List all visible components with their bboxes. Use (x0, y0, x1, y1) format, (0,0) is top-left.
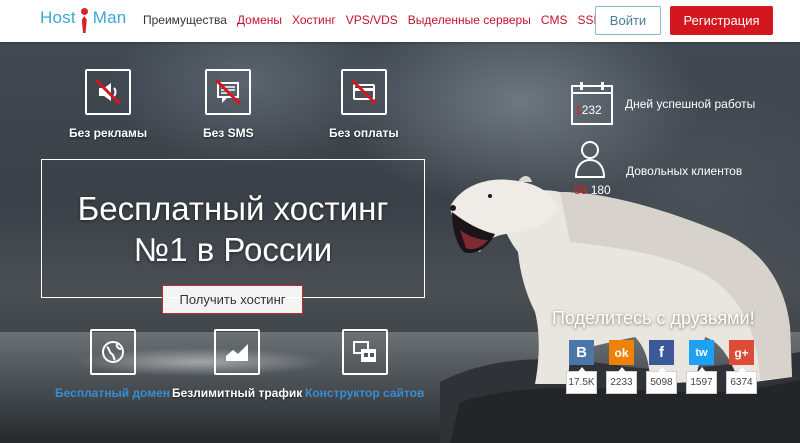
feature-label[interactable]: Бесплатный домен (55, 386, 170, 400)
logo-text-man: Man (92, 8, 127, 27)
feature-no-sms: Без SMS (203, 69, 254, 140)
hero-title: Бесплатный хостинг №1 в России (42, 188, 424, 270)
odnoklassniki-icon[interactable]: ok (609, 340, 634, 365)
nav-advantages[interactable]: Преимущества (143, 13, 227, 27)
login-button[interactable]: Войти (595, 6, 661, 35)
get-hosting-button[interactable]: Получить хостинг (162, 285, 303, 314)
site-builder-icon (341, 329, 388, 375)
share-count: 2233 (606, 367, 637, 394)
logo-tie-icon (78, 6, 91, 36)
no-sms-icon (205, 69, 252, 115)
clients-counter-white: 180 (590, 183, 611, 197)
unlimited-traffic-icon (214, 329, 261, 375)
share-twitter[interactable]: tw 1597 (686, 340, 717, 394)
days-counter-white: 232 (581, 103, 602, 117)
twitter-icon[interactable]: tw (689, 340, 714, 365)
clients-counter-red: 88 (574, 183, 588, 197)
hero-title-line1: Бесплатный хостинг (77, 190, 389, 227)
feature-free-domain: Бесплатный домен (55, 329, 170, 400)
google-plus-icon[interactable]: g+ (729, 340, 754, 365)
register-button[interactable]: Регистрация (670, 6, 773, 35)
logo-text-host: Host (40, 8, 76, 27)
feature-site-builder: Конструктор сайтов (305, 329, 424, 400)
nav-dedicated[interactable]: Выделенные серверы (408, 13, 531, 27)
hostman-logo[interactable]: Host Man (40, 6, 126, 36)
days-counter-red: 1 (575, 103, 582, 117)
nav-vps[interactable]: VPS/VDS (346, 13, 398, 27)
feature-no-payment: Без оплаты (329, 69, 399, 140)
hero-title-line2: №1 в России (133, 231, 333, 268)
feature-label: Без SMS (203, 126, 254, 140)
nav-hosting[interactable]: Хостинг (292, 13, 336, 27)
no-payment-icon (340, 69, 387, 115)
share-google-plus[interactable]: g+ 6374 (726, 340, 757, 394)
vk-icon[interactable]: B (569, 340, 594, 365)
days-counter: 1232 (575, 103, 602, 117)
nav-cms[interactable]: CMS (541, 13, 568, 27)
site-header: Host Man Преимущества Домены Хостинг VPS… (0, 0, 800, 42)
share-count: 5098 (646, 367, 677, 394)
share-odnoklassniki[interactable]: ok 2233 (606, 340, 637, 394)
days-label: Дней успешной работы (625, 97, 756, 111)
free-domain-icon (89, 329, 136, 375)
feature-label: Без рекламы (69, 126, 148, 140)
feature-no-ads: Без рекламы (69, 69, 147, 140)
share-count: 17.5K (566, 367, 597, 394)
clients-counter: 88 180 (574, 183, 611, 197)
feature-label: Без оплаты (329, 126, 399, 140)
share-title: Поделитесь с друзьями! (552, 308, 755, 328)
feature-unlimited-traffic: Безлимитный трафик (172, 329, 302, 400)
share-count: 1597 (686, 367, 717, 394)
share-facebook[interactable]: f 5098 (646, 340, 677, 394)
share-count: 6374 (726, 367, 757, 394)
hero-title-box: Бесплатный хостинг №1 в России (41, 159, 425, 298)
clients-label: Довольных клиентов (626, 164, 743, 178)
main-nav: Преимущества Домены Хостинг VPS/VDS Выде… (143, 13, 600, 27)
polar-bear-image (440, 176, 800, 443)
feature-label: Безлимитный трафик (172, 386, 303, 400)
feature-label[interactable]: Конструктор сайтов (305, 386, 424, 400)
no-ads-icon (85, 69, 132, 115)
user-icon (574, 141, 606, 178)
facebook-icon[interactable]: f (649, 340, 674, 365)
share-vk[interactable]: B 17.5K (566, 340, 597, 394)
nav-domains[interactable]: Домены (237, 13, 282, 27)
